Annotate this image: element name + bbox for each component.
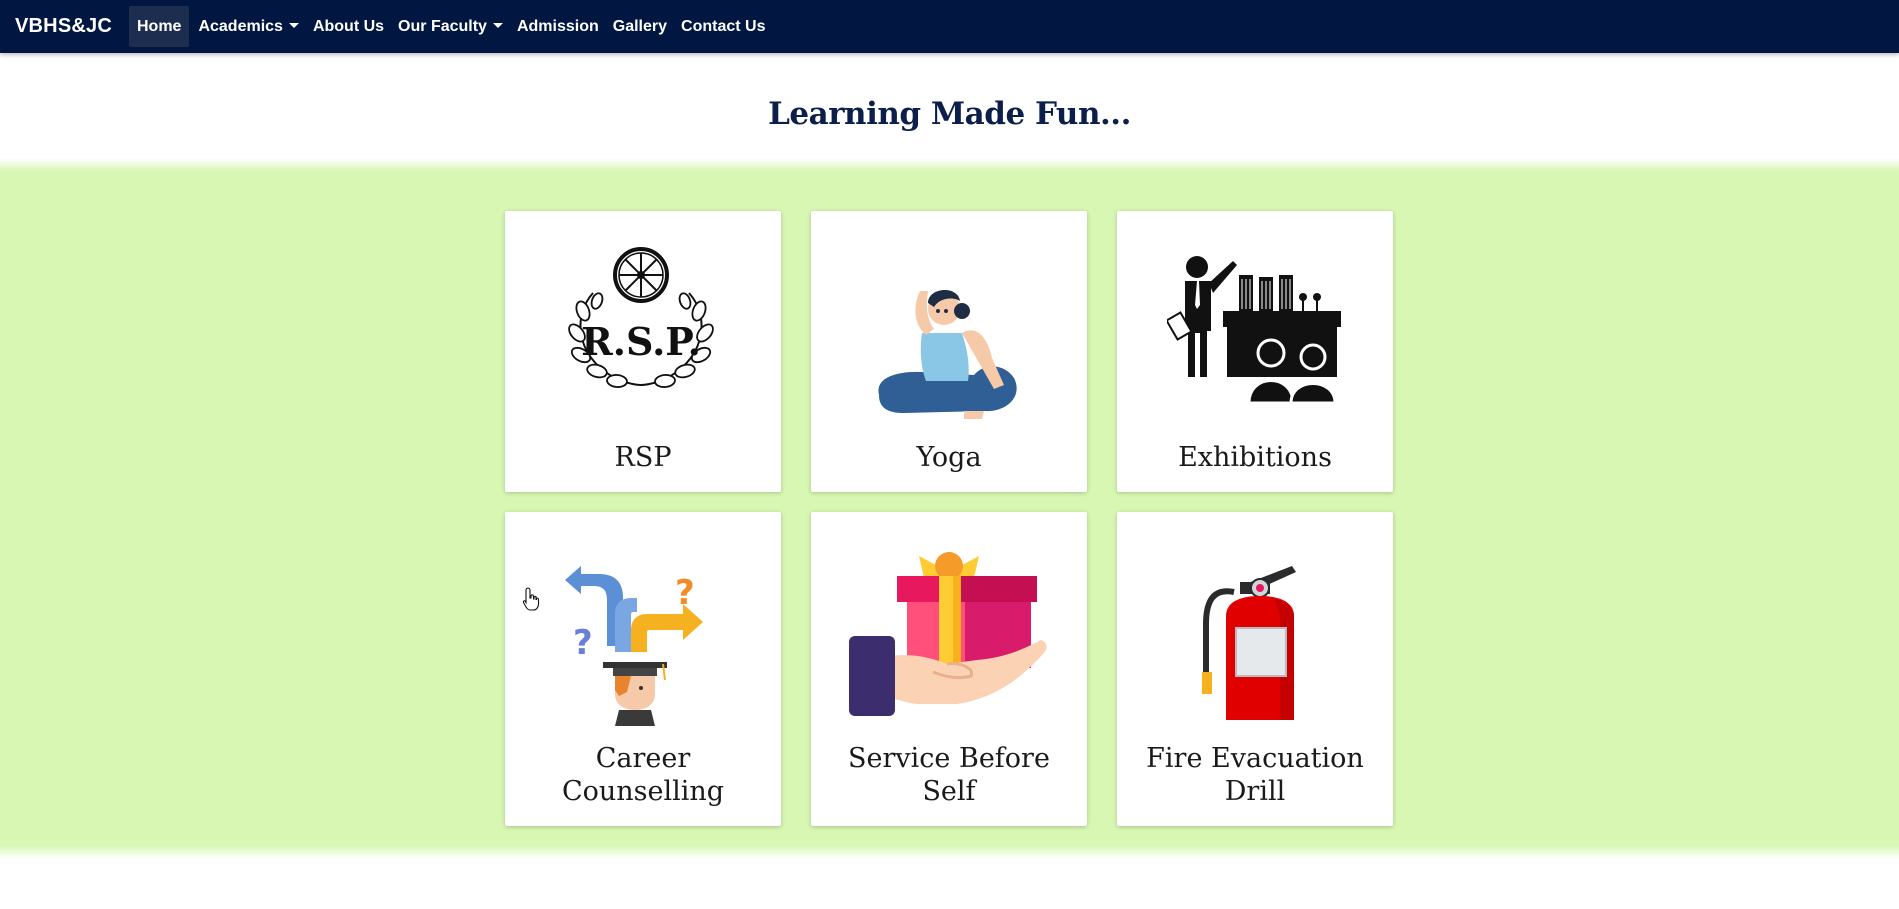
card-title-line: Counselling — [561, 776, 725, 807]
card-title-service-before-self: Service Before Self — [811, 742, 1087, 808]
nav-about-label: About Us — [312, 18, 385, 35]
nav-gallery-label: Gallery — [612, 18, 668, 35]
rsp-emblem-text: R.S.P. — [581, 319, 701, 364]
gift-in-hand-icon — [811, 548, 1087, 718]
card-title-line: Drill — [1224, 776, 1286, 807]
card-title-line: Service Before — [848, 743, 1050, 774]
brand-logo-text[interactable]: VBHS&JC — [15, 15, 112, 38]
section-heading: Learning Made Fun... — [768, 96, 1131, 132]
activity-card-service-before-self[interactable]: Service Before Self — [811, 512, 1087, 826]
activity-card-rsp[interactable]: R.S.P. RSP — [505, 211, 781, 492]
activity-card-career-counselling[interactable]: ? ? Career Counselling — [505, 512, 781, 826]
svg-text:?: ? — [573, 623, 593, 663]
section-fade-bottom — [0, 845, 1899, 859]
nav-about-us[interactable]: About Us — [306, 6, 391, 47]
nav-contact-us[interactable]: Contact Us — [674, 6, 772, 47]
card-title-line: Self — [922, 776, 976, 807]
nav-home-label: Home — [136, 18, 182, 35]
card-title-line: Fire Evacuation — [1146, 743, 1364, 774]
nav-admission[interactable]: Admission — [510, 6, 606, 47]
yoga-pose-icon — [811, 263, 1087, 423]
svg-text:?: ? — [675, 573, 695, 613]
card-title-career-counselling: Career Counselling — [505, 742, 781, 808]
career-crossroads-icon: ? ? — [505, 566, 781, 726]
activity-card-yoga[interactable]: Yoga — [811, 211, 1087, 492]
nav-our-faculty-dropdown[interactable]: Our Faculty — [391, 6, 510, 47]
section-fade-top — [0, 158, 1899, 172]
fire-extinguisher-icon — [1117, 564, 1393, 724]
card-title-fire-evacuation-drill: Fire Evacuation Drill — [1117, 742, 1393, 808]
card-title-rsp: RSP — [614, 442, 672, 473]
hand-cursor-icon — [522, 587, 540, 616]
caret-down-icon — [492, 23, 503, 28]
nav-academics-label: Academics — [198, 18, 283, 35]
nav-academics-dropdown[interactable]: Academics — [191, 6, 306, 47]
nav-contact-label: Contact Us — [681, 18, 766, 35]
card-title-exhibitions: Exhibitions — [1178, 442, 1332, 473]
activity-card-exhibitions[interactable]: Exhibitions — [1117, 211, 1393, 492]
nav-faculty-label: Our Faculty — [398, 18, 487, 35]
card-title-line: Career — [595, 743, 691, 774]
top-navbar: VBHS&JC Home Academics About Us Our Facu… — [0, 0, 1899, 53]
rsp-emblem-icon: R.S.P. — [505, 247, 781, 388]
caret-down-icon — [288, 23, 299, 28]
nav-admission-label: Admission — [516, 18, 599, 35]
nav-home[interactable]: Home — [128, 6, 190, 47]
nav-gallery[interactable]: Gallery — [606, 6, 674, 47]
activity-card-fire-evacuation-drill[interactable]: Fire Evacuation Drill — [1117, 512, 1393, 826]
exhibition-presenter-icon — [1117, 253, 1393, 413]
card-title-yoga: Yoga — [916, 442, 982, 473]
